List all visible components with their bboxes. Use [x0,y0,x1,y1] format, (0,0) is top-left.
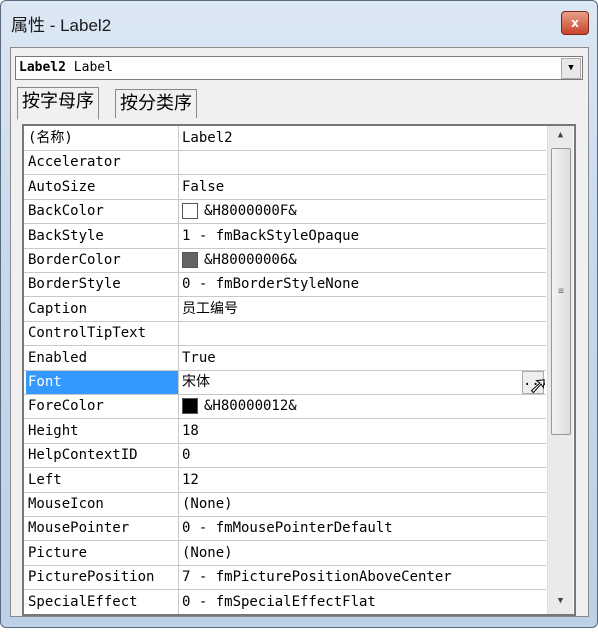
property-name[interactable]: Picture [26,540,179,565]
property-name[interactable]: AutoSize [26,174,179,199]
chevron-down-icon[interactable]: ▼ [561,58,581,79]
properties-window: 属性 - Label2 x Label2 Label ▼ 按字母序 按分类序 S… [0,0,598,628]
property-value-text: Label2 [182,130,233,146]
property-name[interactable]: MouseIcon [26,492,179,516]
property-row[interactable]: SpecialEffect 0 - fmSpecialEffectFlat [24,589,547,614]
color-swatch [182,203,198,220]
property-value[interactable]: 1 - fmBackStyleOpaque [179,224,547,248]
property-row[interactable]: PicturePosition 7 - fmPicturePositionAbov… [24,565,547,591]
property-row[interactable]: MouseIcon (None) [24,492,546,517]
property-row[interactable]: BackStyle 1 - fmBackStyleOpaque [24,223,547,249]
property-row[interactable]: Accelerator [24,150,546,176]
property-row[interactable]: MousePointer 0 - fmMousePointerDefault [24,516,547,542]
property-row[interactable]: Height 18 [24,418,547,444]
property-value[interactable]: &H8000000F& [179,199,547,223]
scroll-down-icon[interactable]: ▼ [548,596,573,606]
property-value[interactable]: (None) [179,541,547,565]
property-name[interactable]: HelpContextID [26,443,179,468]
property-name[interactable]: Enabled [26,345,179,370]
property-value[interactable]: 12 [179,468,547,492]
property-value[interactable]: 7 - fmPicturePositionAboveCenter [179,565,547,589]
property-value-text: 7 - fmPicturePositionAboveCenter [182,569,452,586]
property-value-text: (None) [182,544,233,561]
property-row[interactable]: Font 宋体... [24,370,548,395]
object-type: Label [73,60,113,75]
property-name[interactable]: BorderColor [26,248,179,272]
property-value-text: 宋体 [182,374,210,390]
property-name[interactable]: Accelerator [26,150,179,175]
property-row[interactable]: Left 12 [24,467,547,493]
property-value-text: False [182,178,225,195]
property-name[interactable]: MousePointer [26,516,179,541]
property-row[interactable]: AutoSize False [24,174,547,200]
color-swatch [182,398,198,415]
property-name[interactable]: Font [26,370,179,394]
property-name[interactable]: ForeColor [26,394,179,419]
vertical-scrollbar[interactable]: ▲ ≡ ▼ [547,126,573,614]
property-value-text: &H8000000F& [204,203,297,220]
property-name[interactable]: BackStyle [26,223,179,248]
property-value[interactable]: 0 - fmBorderStyleNone [179,272,547,296]
property-row[interactable]: ControlTipText [24,321,546,347]
property-row[interactable]: (名称) Label2 [24,126,546,151]
property-value[interactable]: 员工编号 [179,297,547,321]
property-value-text: 0 - fmBorderStyleNone [182,276,360,293]
property-row[interactable]: Enabled True [24,345,547,371]
property-row[interactable]: BorderColor &H80000006& [24,248,546,273]
property-name[interactable]: ControlTipText [26,321,179,346]
tab-categorized[interactable]: 按分类序 [115,89,197,118]
property-name[interactable]: SpecialEffect [26,589,179,614]
property-value-text: True [182,349,216,366]
property-value[interactable]: True [179,346,547,370]
property-value-text: 12 [182,471,199,488]
window-title: 属性 - Label2 [11,16,112,35]
property-value-text: 18 [182,422,199,439]
property-row[interactable]: BorderStyle 0 - fmBorderStyleNone [24,272,547,298]
property-name[interactable]: BorderStyle [26,272,179,297]
property-value[interactable]: &H80000006& [179,248,547,272]
property-value-text: (None) [182,496,233,512]
property-value-text: &H80000006& [204,252,297,268]
properties-panel: Label2 Label ▼ 按字母序 按分类序 SpecialEffect 0 … [10,47,589,617]
property-value[interactable]: (None) [179,492,547,516]
property-name[interactable]: Height [26,418,179,443]
property-value[interactable]: &H80000012& [179,394,547,418]
property-grid: SpecialEffect 0 - fmSpecialEffectFlat Pict… [22,124,576,616]
scroll-up-icon[interactable]: ▲ [548,130,573,140]
property-value-text: &H80000012& [204,398,297,415]
property-row[interactable]: BackColor &H8000000F& [24,199,547,225]
property-name[interactable]: (名称) [26,126,179,150]
mouse-cursor-icon: ➚ [530,372,547,403]
tab-alphabetic[interactable]: 按字母序 [17,87,99,120]
property-row[interactable]: Caption 员工编号 [24,296,547,322]
property-value[interactable]: 18 [179,419,547,443]
property-value-text: 0 - fmMousePointerDefault [182,520,393,537]
close-button[interactable]: x [561,11,589,35]
property-value[interactable]: Label2 [179,126,547,150]
object-selector[interactable]: Label2 Label ▼ [15,56,583,80]
property-value[interactable]: 0 - fmSpecialEffectFlat [179,590,547,614]
property-value[interactable]: 0 - fmMousePointerDefault [179,516,547,540]
property-row[interactable]: Picture (None) [24,540,547,566]
property-value[interactable]: 宋体 [179,370,547,394]
property-row[interactable]: ForeColor &H80000012& [24,394,547,420]
property-value-text: 员工编号 [182,300,238,317]
property-name[interactable]: BackColor [26,199,179,224]
color-swatch [182,252,198,268]
property-value-text: 0 - fmSpecialEffectFlat [182,593,376,610]
property-name[interactable]: PicturePosition [26,565,179,590]
property-name[interactable]: Caption [26,296,179,321]
property-name[interactable]: Left [26,467,179,492]
property-value-text: 1 - fmBackStyleOpaque [182,227,360,244]
property-row[interactable]: HelpContextID 0 [24,443,547,469]
property-value[interactable]: False [179,175,547,199]
property-value-text: 0 [182,447,191,464]
scrollbar-thumb[interactable]: ≡ [551,148,571,435]
object-name: Label2 [19,60,66,75]
property-value[interactable]: 0 [179,443,547,467]
